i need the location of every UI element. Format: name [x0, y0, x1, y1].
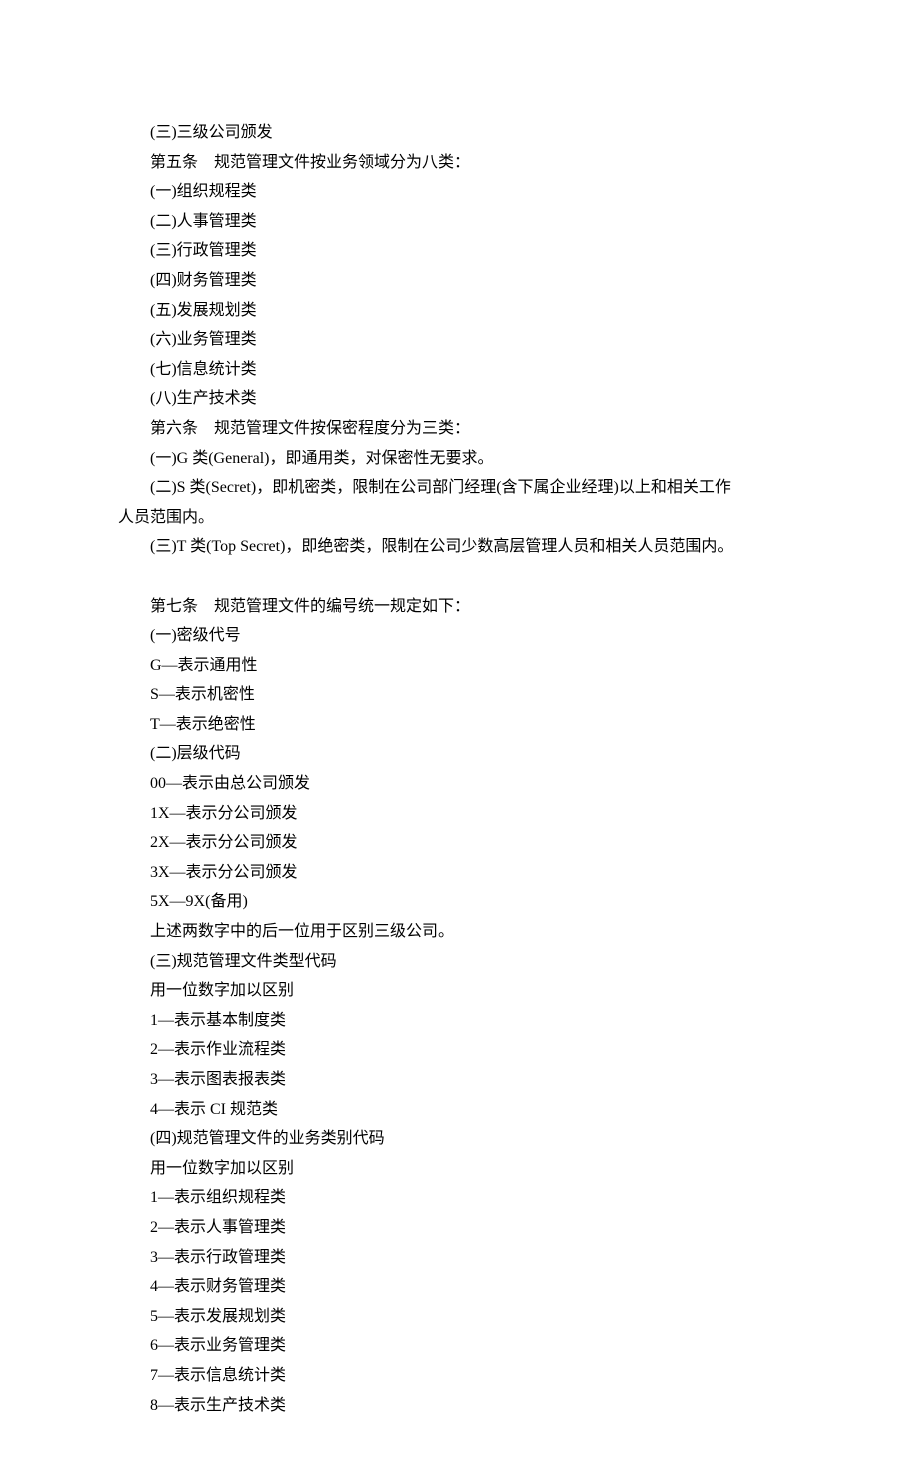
text-line: (三)规范管理文件类型代码: [118, 947, 802, 977]
text-line: S—表示机密性: [118, 680, 802, 710]
text-line: 7—表示信息统计类: [118, 1361, 802, 1391]
text-line: 1—表示基本制度类: [118, 1006, 802, 1036]
text-line: (八)生产技术类: [118, 384, 802, 414]
text-line: G—表示通用性: [118, 651, 802, 681]
text-line: 第六条 规范管理文件按保密程度分为三类：: [118, 414, 802, 444]
text-line: 上述两数字中的后一位用于区别三级公司。: [118, 917, 802, 947]
text-line: (七)信息统计类: [118, 355, 802, 385]
text-line: (六)业务管理类: [118, 325, 802, 355]
text-line: 1—表示组织规程类: [118, 1183, 802, 1213]
text-line: 3X—表示分公司颁发: [118, 858, 802, 888]
text-line: 4—表示财务管理类: [118, 1272, 802, 1302]
text-line: 4—表示 CI 规范类: [118, 1095, 802, 1125]
text-line: 2X—表示分公司颁发: [118, 828, 802, 858]
text-line: (一)密级代号: [118, 621, 802, 651]
text-line: 2—表示作业流程类: [118, 1035, 802, 1065]
text-line: (二)S 类(Secret)，即机密类，限制在公司部门经理(含下属企业经理)以上…: [118, 473, 802, 503]
text-line: (二)层级代码: [118, 739, 802, 769]
text-line: 用一位数字加以区别: [118, 976, 802, 1006]
text-line: 8—表示生产技术类: [118, 1391, 802, 1421]
text-line: 用一位数字加以区别: [118, 1154, 802, 1184]
text-line: (一)组织规程类: [118, 177, 802, 207]
text-line: (二)人事管理类: [118, 207, 802, 237]
text-line: (四)规范管理文件的业务类别代码: [118, 1124, 802, 1154]
text-line: (一)G 类(General)，即通用类，对保密性无要求。: [118, 444, 802, 474]
text-line: 5—表示发展规划类: [118, 1302, 802, 1332]
text-line: 第五条 规范管理文件按业务领域分为八类：: [118, 148, 802, 178]
text-line: (三)三级公司颁发: [118, 118, 802, 148]
text-line: (五)发展规划类: [118, 296, 802, 326]
text-line: 3—表示图表报表类: [118, 1065, 802, 1095]
text-line: 1X—表示分公司颁发: [118, 799, 802, 829]
text-line: 人员范围内。: [118, 503, 802, 533]
text-line: 第七条 规范管理文件的编号统一规定如下：: [118, 592, 802, 622]
text-line: (三)T 类(Top Secret)，即绝密类，限制在公司少数高层管理人员和相关…: [118, 532, 802, 562]
blank-line: [118, 562, 802, 592]
text-line: 2—表示人事管理类: [118, 1213, 802, 1243]
document-body: (三)三级公司颁发第五条 规范管理文件按业务领域分为八类：(一)组织规程类(二)…: [118, 118, 802, 1420]
text-line: T—表示绝密性: [118, 710, 802, 740]
text-line: (三)行政管理类: [118, 236, 802, 266]
text-line: 5X—9X(备用): [118, 887, 802, 917]
text-line: 00—表示由总公司颁发: [118, 769, 802, 799]
text-line: 3—表示行政管理类: [118, 1243, 802, 1273]
text-line: 6—表示业务管理类: [118, 1331, 802, 1361]
text-line: (四)财务管理类: [118, 266, 802, 296]
